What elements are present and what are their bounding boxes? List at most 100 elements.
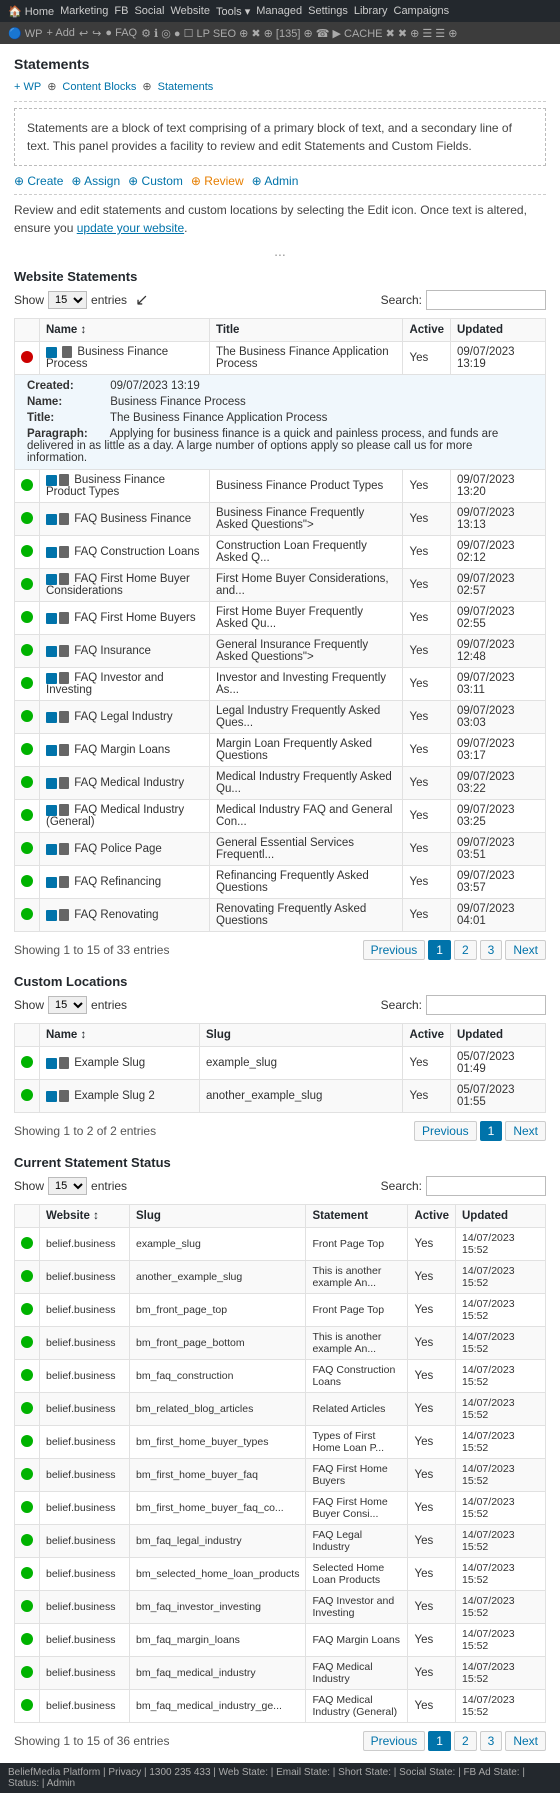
cs-col-website[interactable]: Website ↕	[40, 1205, 130, 1228]
edit-icon[interactable]	[46, 574, 57, 585]
cs-table-controls: Show 152550 entries Search:	[14, 1176, 546, 1196]
action-custom[interactable]: ⊕ Custom	[128, 174, 183, 188]
topbar-fb[interactable]: FB	[114, 5, 128, 17]
edit-icon[interactable]	[46, 1091, 57, 1102]
page-icon	[59, 573, 69, 585]
edit-icon[interactable]	[46, 673, 57, 684]
edit-icon[interactable]	[46, 1058, 57, 1069]
cl-show-select[interactable]: 152550	[48, 996, 87, 1014]
edit-icon[interactable]	[46, 805, 57, 816]
cl-row-updated: 05/07/2023 01:49	[451, 1047, 546, 1080]
action-create[interactable]: ⊕ Create	[14, 174, 63, 188]
breadcrumb-statements[interactable]: Statements	[158, 81, 214, 93]
ws-next-button[interactable]: Next	[505, 940, 546, 960]
cs-show-select[interactable]: 152550	[48, 1177, 87, 1195]
topbar-managed[interactable]: Managed	[256, 5, 302, 17]
cl-col-active[interactable]: Active	[403, 1024, 451, 1047]
ws-row-updated: 09/07/2023 13:19	[451, 342, 546, 375]
edit-icon[interactable]	[46, 646, 57, 657]
cl-col-name[interactable]: Name ↕	[40, 1024, 200, 1047]
ws-page-1[interactable]: 1	[428, 940, 451, 960]
cl-next-button[interactable]: Next	[505, 1121, 546, 1141]
action-admin[interactable]: ⊕ Admin	[252, 174, 299, 188]
cs-row-updated: 14/07/2023 15:52	[456, 1459, 546, 1492]
topbar-home[interactable]: 🏠 Home	[8, 5, 54, 18]
table-row: belief.business bm_faq_margin_loans FAQ …	[15, 1624, 546, 1657]
table-row: belief.business example_slug Front Page …	[15, 1228, 546, 1261]
cs-row-statement: Front Page Top	[306, 1228, 408, 1261]
cs-prev-button[interactable]: Previous	[363, 1731, 426, 1751]
breadcrumb-wp[interactable]: + WP	[14, 81, 41, 93]
update-website-link[interactable]: update your website	[77, 221, 184, 235]
status-dot-green	[21, 1600, 33, 1612]
page-icon	[59, 546, 69, 558]
edit-icon[interactable]	[46, 712, 57, 723]
ws-row-active: Yes	[403, 342, 451, 375]
cl-prev-button[interactable]: Previous	[414, 1121, 477, 1141]
ws-col-title[interactable]: Title	[210, 319, 403, 342]
topbar-website[interactable]: Website	[170, 5, 210, 17]
cs-col-slug[interactable]: Slug	[130, 1205, 306, 1228]
table-row: belief.business bm_first_home_buyer_faq_…	[15, 1492, 546, 1525]
breadcrumb-content-blocks[interactable]: Content Blocks	[62, 81, 136, 93]
cl-col-status	[15, 1024, 40, 1047]
cs-next-button[interactable]: Next	[505, 1731, 546, 1751]
cs-page-3[interactable]: 3	[480, 1731, 503, 1751]
topbar-social[interactable]: Social	[134, 5, 164, 17]
cs-row-slug: bm_first_home_buyer_faq	[130, 1459, 306, 1492]
edit-icon[interactable]	[46, 844, 57, 855]
cs-row-website: belief.business	[40, 1690, 130, 1723]
toolbar-undo[interactable]: ↩	[79, 27, 88, 40]
edit-icon[interactable]	[46, 475, 57, 486]
topbar-marketing[interactable]: Marketing	[60, 5, 108, 17]
ws-search-input[interactable]	[426, 290, 546, 310]
cs-row-slug: bm_faq_investor_investing	[130, 1591, 306, 1624]
toolbar-faq[interactable]: ● FAQ	[105, 27, 137, 39]
cl-col-updated[interactable]: Updated	[451, 1024, 546, 1047]
cs-search-box: Search:	[381, 1176, 546, 1196]
ws-page-2[interactable]: 2	[454, 940, 477, 960]
toolbar-add[interactable]: + Add	[46, 27, 74, 39]
edit-icon[interactable]	[46, 778, 57, 789]
edit-icon[interactable]	[46, 745, 57, 756]
cl-row-name: Example Slug	[40, 1047, 200, 1080]
status-dot-green	[21, 809, 33, 821]
cl-page-1[interactable]: 1	[480, 1121, 503, 1141]
cs-page-2[interactable]: 2	[454, 1731, 477, 1751]
edit-icon[interactable]	[46, 910, 57, 921]
topbar-settings[interactable]: Settings	[308, 5, 348, 17]
edit-icon[interactable]	[46, 547, 57, 558]
cl-showing: Showing 1 to 2 of 2 entries	[14, 1124, 156, 1138]
created-value: 09/07/2023 13:19	[110, 380, 200, 392]
cl-col-slug[interactable]: Slug	[200, 1024, 403, 1047]
cl-search-input[interactable]	[426, 995, 546, 1015]
ws-col-name[interactable]: Name ↕	[40, 319, 210, 342]
cs-page-1[interactable]: 1	[428, 1731, 451, 1751]
edit-icon[interactable]	[46, 877, 57, 888]
cs-show-label: Show	[14, 1179, 44, 1193]
ws-pagination: Showing 1 to 15 of 33 entries Previous 1…	[14, 940, 546, 960]
toolbar-wp[interactable]: 🔵 WP	[8, 27, 42, 40]
topbar-library[interactable]: Library	[354, 5, 388, 17]
cs-row-updated: 14/07/2023 15:52	[456, 1492, 546, 1525]
ws-prev-button[interactable]: Previous	[363, 940, 426, 960]
cs-col-statement[interactable]: Statement	[306, 1205, 408, 1228]
cs-search-input[interactable]	[426, 1176, 546, 1196]
topbar-campaigns[interactable]: Campaigns	[394, 5, 450, 17]
ws-col-updated[interactable]: Updated	[451, 319, 546, 342]
action-review[interactable]: ⊕ Review	[191, 174, 244, 188]
edit-icon[interactable]	[46, 613, 57, 624]
edit-icon[interactable]	[46, 514, 57, 525]
table-row: Example Slug 2 another_example_slug Yes …	[15, 1080, 546, 1113]
action-assign[interactable]: ⊕ Assign	[71, 174, 120, 188]
cs-col-updated[interactable]: Updated	[456, 1205, 546, 1228]
toolbar-redo[interactable]: ↪	[92, 27, 101, 40]
ws-col-active[interactable]: Active	[403, 319, 451, 342]
ws-show-select[interactable]: 152550	[48, 291, 87, 309]
edit-icon[interactable]	[46, 347, 57, 358]
topbar-tools[interactable]: Tools ▾	[216, 5, 250, 18]
custom-locations-section: Custom Locations Show 152550 entries Sea…	[14, 974, 546, 1141]
cs-row-active: Yes	[408, 1591, 456, 1624]
cs-col-active[interactable]: Active	[408, 1205, 456, 1228]
ws-page-3[interactable]: 3	[480, 940, 503, 960]
